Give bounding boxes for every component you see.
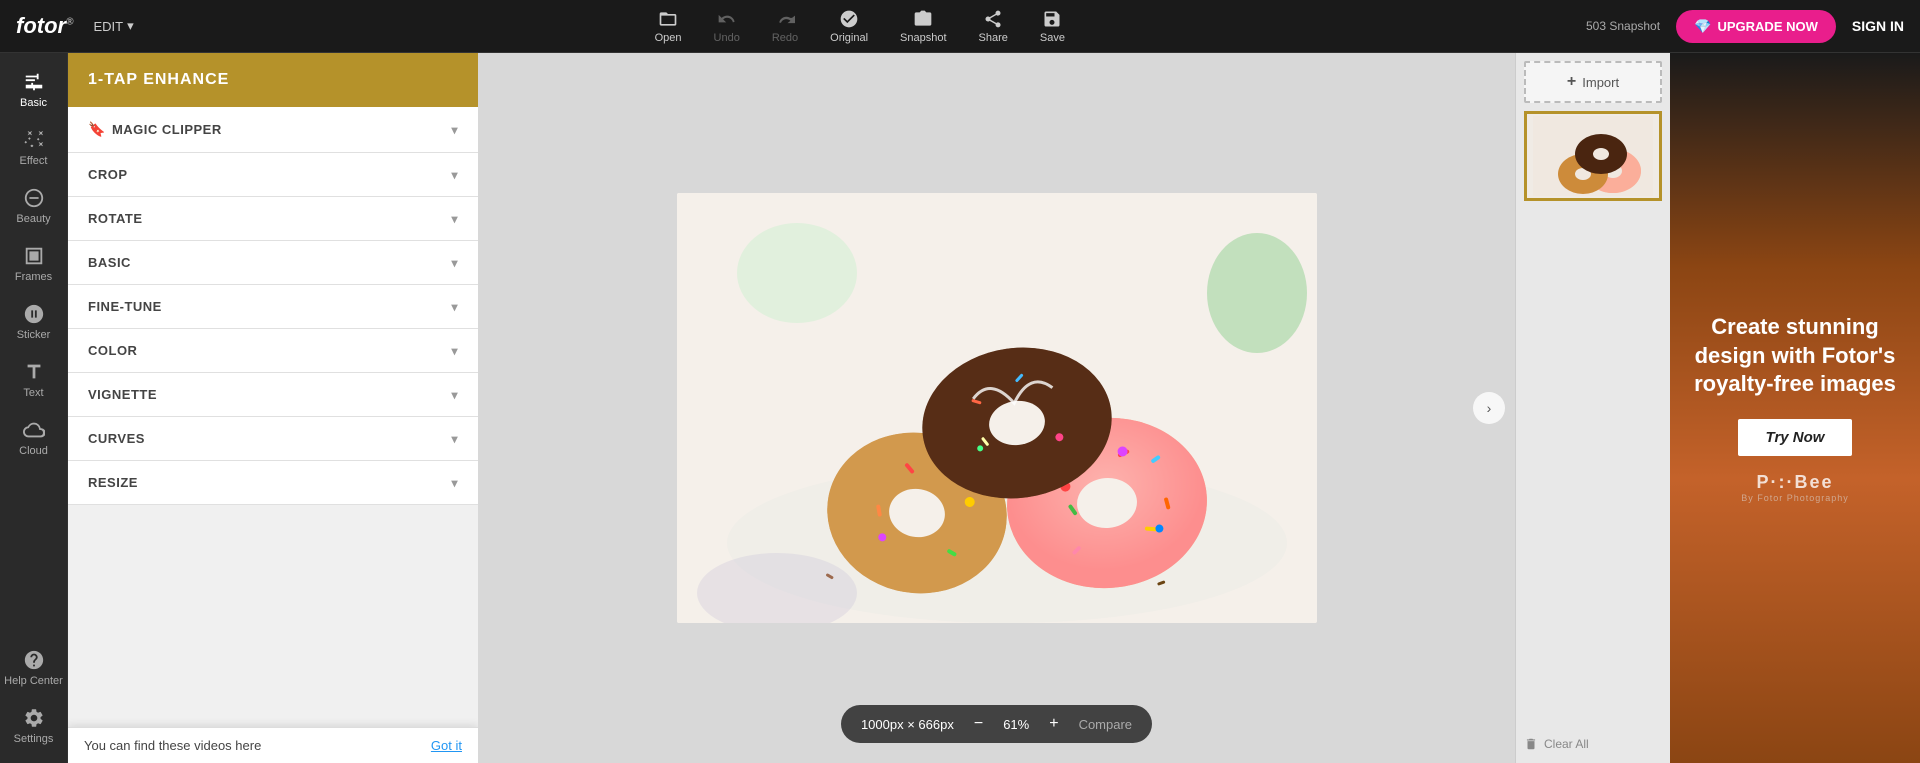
import-button[interactable]: + Import (1524, 61, 1662, 103)
nav-item-sticker[interactable]: Sticker (0, 293, 67, 351)
text-icon (23, 361, 45, 383)
open-icon (658, 9, 678, 29)
chevron-magic-clipper: ▾ (451, 123, 458, 137)
panel-item-resize[interactable]: RESIZE ▾ (68, 461, 478, 505)
panel-item-basic[interactable]: BASIC ▾ (68, 241, 478, 285)
chevron-vignette: ▾ (451, 388, 458, 402)
trash-icon (1524, 737, 1538, 751)
frames-icon (23, 245, 45, 267)
nav-item-beauty[interactable]: Beauty (0, 177, 67, 235)
chevron-resize: ▾ (451, 476, 458, 490)
zoom-level: 61% (1003, 717, 1029, 732)
settings-icon (23, 707, 45, 729)
tooltip-bar: You can find these videos here Got it (68, 727, 478, 763)
next-arrow-button[interactable]: › (1473, 392, 1505, 424)
panel-item-magic-clipper[interactable]: 🔖 MAGIC CLIPPER ▾ (68, 107, 478, 153)
upgrade-button[interactable]: 💎 UPGRADE NOW (1676, 10, 1836, 43)
compare-button[interactable]: Compare (1079, 717, 1132, 732)
panel-item-rotate[interactable]: ROTATE ▾ (68, 197, 478, 241)
plus-icon: + (1567, 73, 1576, 91)
right-panel: + Import Clear All (1515, 53, 1670, 763)
nav-item-effect[interactable]: Effect (0, 119, 67, 177)
nav-item-cloud[interactable]: Cloud (0, 409, 67, 467)
save-button[interactable]: Save (1040, 9, 1065, 44)
top-right-actions: 503 Snapshot 💎 UPGRADE NOW SIGN IN (1586, 10, 1904, 43)
effect-icon (23, 129, 45, 151)
sliders-icon (23, 71, 45, 93)
cloud-icon (23, 419, 45, 441)
thumbnail-image (1533, 116, 1653, 196)
chevron-crop: ▾ (451, 168, 458, 182)
zoom-out-button[interactable]: − (968, 713, 989, 735)
zoom-in-button[interactable]: + (1043, 713, 1064, 735)
chevron-basic: ▾ (451, 256, 458, 270)
sticker-icon (23, 303, 45, 325)
top-actions: Open Undo Redo Original Snapshot Share (134, 9, 1586, 44)
canvas-svg (677, 193, 1317, 623)
panel-item-curves[interactable]: CURVES ▾ (68, 417, 478, 461)
snapshot-icon (913, 9, 933, 29)
clear-all-button[interactable]: Clear All (1524, 733, 1662, 755)
original-icon (839, 9, 859, 29)
enhance-button[interactable]: 1-TAP ENHANCE (68, 53, 478, 107)
nav-item-settings[interactable]: Settings (0, 697, 67, 755)
save-icon (1042, 9, 1062, 29)
signin-button[interactable]: SIGN IN (1852, 18, 1904, 34)
ad-panel: Create stunning design with Fotor's roya… (1670, 53, 1920, 763)
panel-item-vignette[interactable]: VIGNETTE ▾ (68, 373, 478, 417)
chevron-fine-tune: ▾ (451, 300, 458, 314)
snapshot-button[interactable]: Snapshot (900, 9, 946, 44)
undo-button[interactable]: Undo (714, 9, 740, 44)
canvas-image (677, 193, 1317, 623)
canvas-area: › 1000px × 666px − 61% + Compare (478, 53, 1515, 763)
logo: fotor® (16, 13, 73, 39)
beauty-icon (23, 187, 45, 209)
open-button[interactable]: Open (655, 9, 682, 44)
pxbee-brand: P·:·Bee By Fotor Photography (1741, 472, 1849, 503)
share-icon (983, 9, 1003, 29)
left-panel: 1-TAP ENHANCE 🔖 MAGIC CLIPPER ▾ CROP ▾ R… (68, 53, 478, 763)
thumbnail-frame[interactable] (1524, 111, 1662, 201)
ad-try-button[interactable]: Try Now (1738, 419, 1853, 456)
panel-item-crop[interactable]: CROP ▾ (68, 153, 478, 197)
left-icon-nav: Basic Effect Beauty Frames Sticker Text (0, 53, 68, 763)
share-button[interactable]: Share (979, 9, 1008, 44)
ad-headline: Create stunning design with Fotor's roya… (1690, 313, 1900, 399)
panel-item-color[interactable]: COLOR ▾ (68, 329, 478, 373)
undo-icon (717, 9, 737, 29)
chevron-curves: ▾ (451, 432, 458, 446)
redo-icon (775, 9, 795, 29)
nav-item-text[interactable]: Text (0, 351, 67, 409)
top-bar: fotor® EDIT ▾ Open Undo Redo Original Sn… (0, 0, 1920, 53)
redo-button[interactable]: Redo (772, 9, 798, 44)
bookmark-icon: 🔖 (88, 121, 106, 138)
help-icon (23, 649, 45, 671)
snapshot-count: 503 Snapshot (1586, 19, 1660, 33)
canvas-bottom-bar: 1000px × 666px − 61% + Compare (841, 705, 1152, 743)
nav-item-help[interactable]: Help Center (0, 639, 67, 697)
panel-item-fine-tune[interactable]: FINE-TUNE ▾ (68, 285, 478, 329)
original-button[interactable]: Original (830, 9, 868, 44)
got-it-button[interactable]: Got it (431, 738, 462, 753)
canvas-dimensions: 1000px × 666px (861, 717, 954, 732)
main-layout: Basic Effect Beauty Frames Sticker Text (0, 53, 1920, 763)
chevron-rotate: ▾ (451, 212, 458, 226)
chevron-color: ▾ (451, 344, 458, 358)
edit-button[interactable]: EDIT ▾ (93, 18, 133, 34)
nav-item-basic[interactable]: Basic (0, 61, 67, 119)
nav-item-frames[interactable]: Frames (0, 235, 67, 293)
